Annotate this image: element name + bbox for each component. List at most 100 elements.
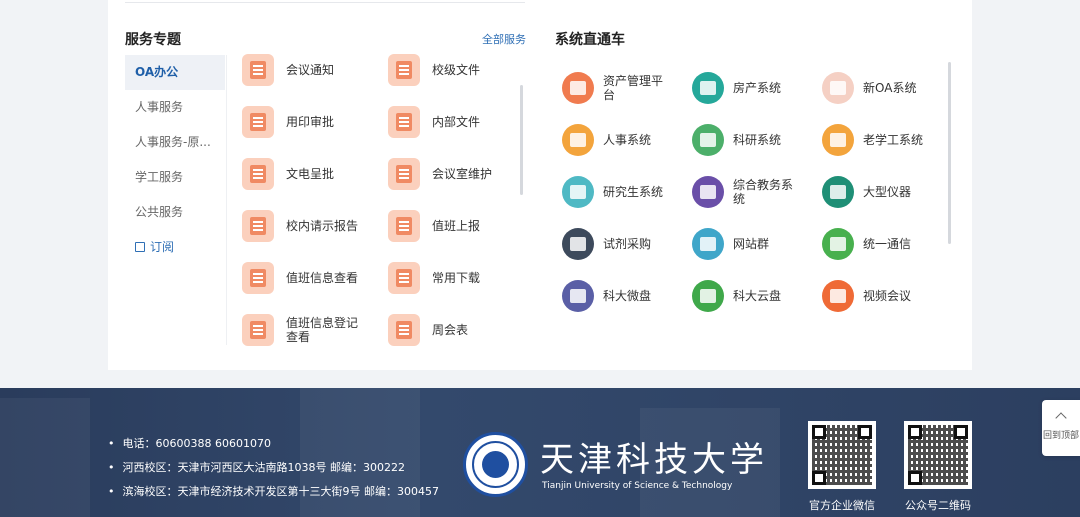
system-label: 统一通信	[863, 237, 912, 251]
house-icon	[692, 72, 724, 104]
system-label: 老学工系统	[863, 133, 924, 147]
top-divider	[125, 2, 525, 3]
research-icon	[692, 124, 724, 156]
student-affairs-icon	[822, 124, 854, 156]
service-label: 用印审批	[286, 115, 335, 129]
service-label: 校级文件	[432, 63, 481, 77]
back-to-top-button[interactable]: 回到顶部	[1042, 400, 1080, 456]
service-weekly-meeting[interactable]: 周会表	[388, 310, 520, 347]
system-label: 研究生系统	[603, 185, 664, 199]
wechat-work-qr	[808, 421, 876, 489]
instrument-icon	[822, 176, 854, 208]
system-label: 资产管理平台	[603, 74, 664, 102]
service-telegram-approval[interactable]: 文电呈批	[242, 154, 382, 194]
tabs-divider	[226, 55, 227, 345]
services-scrollbar[interactable]	[520, 85, 523, 195]
system-personnel[interactable]: 人事系统	[562, 120, 692, 160]
system-cloud-disk[interactable]: 科大云盘	[692, 276, 822, 316]
service-downloads[interactable]: 常用下载	[388, 258, 520, 298]
system-label: 科大微盘	[603, 289, 652, 303]
download-icon	[388, 262, 420, 294]
system-label: 大型仪器	[863, 185, 912, 199]
video-conference-icon	[822, 280, 854, 312]
bell-icon	[242, 54, 274, 86]
dropbox-icon	[562, 228, 594, 260]
service-label: 值班信息查看	[286, 271, 359, 285]
service-grid: 会议通知 校级文件 用印审批 内部文件 文电呈批 会议室维护 校内请示报告 值班…	[240, 52, 520, 347]
school-name-cn: 天津科技大学	[540, 440, 768, 480]
system-academic[interactable]: 综合教务系统	[692, 172, 822, 212]
school-logo	[463, 432, 528, 497]
qr-caption: 公众号二维码	[905, 499, 971, 512]
service-label: 周会表	[432, 323, 469, 337]
folder-icon	[388, 54, 420, 86]
meeting-room-icon	[388, 158, 420, 190]
service-label: 会议通知	[286, 63, 335, 77]
systems-scrollbar[interactable]	[948, 62, 951, 244]
service-duty-view[interactable]: 值班信息查看	[242, 258, 382, 298]
table-icon	[388, 314, 420, 346]
services-title: 服务专题	[125, 32, 181, 48]
tab-oa[interactable]: OA办公	[125, 55, 225, 90]
service-meeting-notice[interactable]: 会议通知	[242, 52, 382, 90]
service-label: 文电呈批	[286, 167, 335, 181]
subscribe-icon	[135, 242, 145, 252]
chevron-up-icon	[1055, 412, 1067, 424]
system-grid: 资产管理平台 房产系统 新OA系统 人事系统 科研系统 老学工系统 研究生系统 …	[558, 64, 948, 324]
academic-icon	[692, 176, 724, 208]
service-meeting-room[interactable]: 会议室维护	[388, 154, 520, 194]
all-services-link[interactable]: 全部服务	[470, 31, 526, 47]
system-instruments[interactable]: 大型仪器	[822, 172, 952, 212]
cloud-disk-icon	[692, 280, 724, 312]
service-internal-report[interactable]: 校内请示报告	[242, 206, 382, 246]
asset-icon	[562, 72, 594, 104]
service-school-documents[interactable]: 校级文件	[388, 52, 520, 90]
graduate-icon	[562, 176, 594, 208]
contact-phone: 电话：60600388 60601070	[108, 432, 439, 456]
tab-personnel[interactable]: 人事服务	[125, 90, 225, 125]
service-seal-approval[interactable]: 用印审批	[242, 102, 382, 142]
service-internal-documents[interactable]: 内部文件	[388, 102, 520, 142]
tab-student-affairs[interactable]: 学工服务	[125, 160, 225, 195]
system-label: 视频会议	[863, 289, 912, 303]
service-label: 值班信息登记查看	[286, 316, 359, 344]
tab-public[interactable]: 公共服务	[125, 195, 225, 230]
folder-icon	[388, 106, 420, 138]
system-new-oa[interactable]: 新OA系统	[822, 68, 952, 108]
system-unified-communication[interactable]: 统一通信	[822, 224, 952, 264]
system-reagent-purchase[interactable]: 试剂采购	[562, 224, 692, 264]
system-label: 网站群	[733, 237, 770, 251]
subscribe-button[interactable]: 订阅	[125, 230, 225, 265]
search-user-icon	[242, 262, 274, 294]
system-assets[interactable]: 资产管理平台	[562, 68, 692, 108]
tab-personnel-legacy[interactable]: 人事服务-原...	[125, 125, 225, 160]
service-duty-register[interactable]: 值班信息登记查看	[242, 310, 382, 347]
contact-hexi-campus: 河西校区：天津市河西区大沽南路1038号 邮编：300222	[108, 456, 439, 480]
service-label: 校内请示报告	[286, 219, 359, 233]
service-duty-report[interactable]: 值班上报	[388, 206, 520, 246]
footer-decoration	[0, 398, 90, 517]
oa-icon	[822, 72, 854, 104]
system-graduate[interactable]: 研究生系统	[562, 172, 692, 212]
system-micro-disk[interactable]: 科大微盘	[562, 276, 692, 316]
edit-user-icon	[242, 314, 274, 346]
systems-title: 系统直通车	[555, 32, 625, 48]
back-to-top-label: 回到顶部	[1042, 431, 1079, 441]
system-label: 科大云盘	[733, 289, 782, 303]
contact-binhai-campus: 滨海校区：天津市经济技术开发区第十三大街9号 邮编：300457	[108, 480, 440, 504]
upload-icon	[388, 210, 420, 242]
system-video-conference[interactable]: 视频会议	[822, 276, 952, 316]
subscribe-label: 订阅	[150, 240, 175, 254]
service-label: 常用下载	[432, 271, 481, 285]
micro-disk-icon	[562, 280, 594, 312]
system-label: 综合教务系统	[733, 178, 794, 206]
system-research[interactable]: 科研系统	[692, 120, 822, 160]
document-download-icon	[242, 158, 274, 190]
system-label: 房产系统	[733, 81, 782, 95]
qr-caption: 官方企业微信	[809, 499, 875, 512]
system-old-student-affairs[interactable]: 老学工系统	[822, 120, 952, 160]
system-website-group[interactable]: 网站群	[692, 224, 822, 264]
system-label: 试剂采购	[603, 237, 652, 251]
system-housing[interactable]: 房产系统	[692, 68, 822, 108]
personnel-icon	[562, 124, 594, 156]
